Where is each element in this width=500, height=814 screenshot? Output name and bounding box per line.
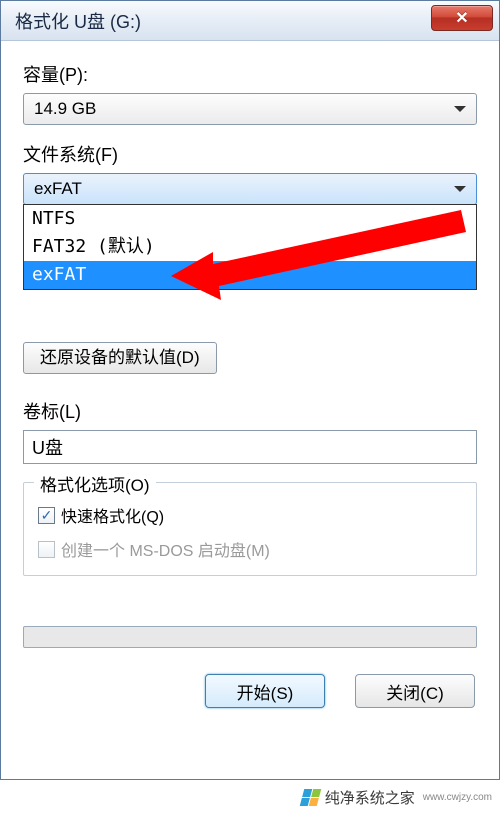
watermark-text: 纯净系统之家: [325, 787, 415, 808]
progress-bar: [23, 626, 477, 648]
filesystem-label: 文件系统(F): [23, 141, 477, 167]
close-icon: ✕: [455, 8, 468, 28]
quick-format-row[interactable]: ✓ 快速格式化(Q): [38, 503, 462, 527]
format-options-group: 格式化选项(O) ✓ 快速格式化(Q) 创建一个 MS-DOS 启动盘(M): [23, 482, 477, 576]
capacity-value: 14.9 GB: [34, 99, 454, 119]
filesystem-select[interactable]: exFAT: [23, 173, 477, 205]
quick-format-label: 快速格式化(Q): [61, 503, 164, 527]
filesystem-option-fat32[interactable]: FAT32 (默认): [24, 233, 476, 261]
watermark-url: www.cwjzy.com: [423, 792, 492, 803]
capacity-select[interactable]: 14.9 GB: [23, 93, 477, 125]
watermark: 纯净系统之家 www.cwjzy.com: [294, 780, 500, 814]
close-button[interactable]: 关闭(C): [355, 674, 475, 708]
msdos-boot-checkbox: [38, 541, 55, 558]
format-options-title: 格式化选项(O): [34, 471, 156, 496]
start-button[interactable]: 开始(S): [205, 674, 325, 708]
filesystem-option-exfat[interactable]: exFAT: [24, 261, 476, 289]
window-title: 格式化 U盘 (G:): [15, 8, 141, 34]
filesystem-value: exFAT: [34, 179, 454, 199]
format-dialog: 格式化 U盘 (G:) ✕ 容量(P): 14.9 GB 文件系统(F) exF…: [0, 0, 500, 780]
capacity-label: 容量(P):: [23, 61, 477, 87]
dialog-body: 容量(P): 14.9 GB 文件系统(F) exFAT NTFS FAT32 …: [1, 41, 499, 720]
close-window-button[interactable]: ✕: [431, 5, 493, 31]
button-row: 开始(S) 关闭(C): [23, 674, 477, 708]
titlebar[interactable]: 格式化 U盘 (G:) ✕: [1, 1, 499, 41]
restore-defaults-button[interactable]: 还原设备的默认值(D): [23, 342, 217, 374]
msdos-boot-label: 创建一个 MS-DOS 启动盘(M): [61, 537, 270, 561]
volume-input[interactable]: [23, 430, 477, 464]
filesystem-dropdown: NTFS FAT32 (默认) exFAT: [23, 204, 477, 290]
quick-format-checkbox[interactable]: ✓: [38, 507, 55, 524]
volume-label: 卷标(L): [23, 398, 477, 424]
chevron-down-icon: [454, 106, 466, 112]
filesystem-option-ntfs[interactable]: NTFS: [24, 205, 476, 233]
watermark-logo-icon: [299, 789, 321, 806]
chevron-down-icon: [454, 186, 466, 192]
msdos-boot-row: 创建一个 MS-DOS 启动盘(M): [38, 537, 462, 561]
